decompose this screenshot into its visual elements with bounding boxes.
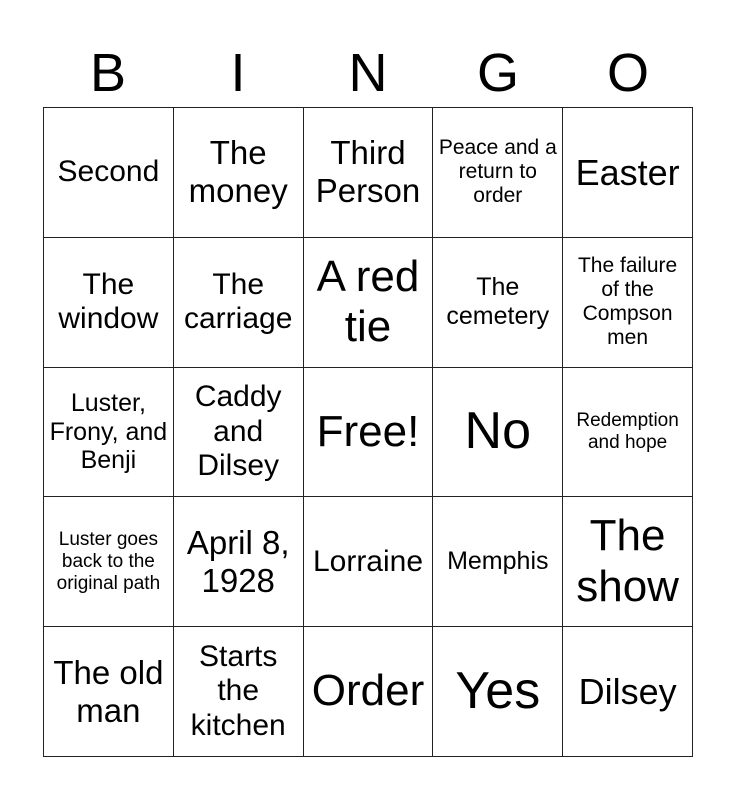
header-letter-b: B	[89, 43, 127, 103]
bingo-cell[interactable]: April 8, 1928	[173, 497, 304, 628]
bingo-cell[interactable]: Yes	[433, 627, 564, 757]
header-letter-o: O	[606, 43, 649, 103]
bingo-cell[interactable]: No	[433, 367, 564, 498]
bingo-cell[interactable]: Third Person	[303, 108, 434, 238]
bingo-cell[interactable]: The failure of the Compson men	[563, 237, 693, 368]
bingo-cell[interactable]: Second	[44, 108, 174, 238]
bingo-cell[interactable]: Redemption and hope	[563, 367, 693, 498]
bingo-cell[interactable]: Luster goes back to the original path	[44, 497, 174, 628]
bingo-cell[interactable]: Order	[303, 627, 434, 757]
bingo-cell[interactable]: Starts the kitchen	[173, 627, 304, 757]
bingo-cell[interactable]: The cemetery	[433, 237, 564, 368]
bingo-cell[interactable]: Peace and a return to order	[433, 108, 564, 238]
bingo-cell[interactable]: Easter	[563, 108, 693, 238]
bingo-cell[interactable]: Memphis	[433, 497, 564, 628]
bingo-cell[interactable]: The carriage	[173, 237, 304, 368]
bingo-cell[interactable]: Lorraine	[303, 497, 434, 628]
bingo-cell[interactable]: The show	[563, 497, 693, 628]
bingo-cell[interactable]: Luster, Frony, and Benji	[44, 367, 174, 498]
bingo-cell[interactable]: The money	[173, 108, 304, 238]
bingo-cell[interactable]: Dilsey	[563, 627, 693, 757]
bingo-cell[interactable]: Caddy and Dilsey	[173, 367, 304, 498]
bingo-cell[interactable]: The old man	[44, 627, 174, 757]
bingo-cell[interactable]: The window	[44, 237, 174, 368]
free-space[interactable]: Free!	[303, 367, 434, 498]
bingo-header: B I N G O	[43, 40, 693, 106]
header-letter-n: N	[348, 43, 388, 103]
bingo-cell[interactable]: A red tie	[303, 237, 434, 368]
bingo-card: Second The money Third Person Peace and …	[43, 107, 693, 757]
header-letter-g: G	[476, 43, 519, 103]
header-letter-i: I	[230, 43, 246, 103]
